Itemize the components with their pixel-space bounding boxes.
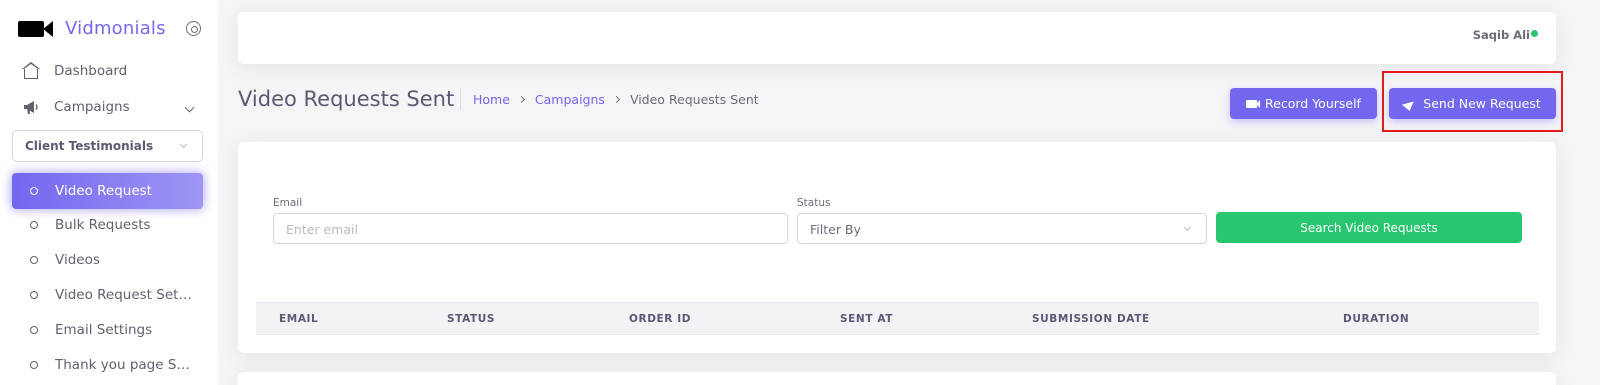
breadcrumb-current: Video Requests Sent bbox=[629, 92, 759, 107]
column-header-order-id[interactable]: ORDER ID bbox=[629, 313, 691, 325]
user-name[interactable]: Saqib Ali bbox=[1473, 28, 1530, 42]
page-title: Video Requests Sent bbox=[238, 87, 455, 111]
status-label: Status bbox=[797, 197, 831, 209]
video-camera-logo-icon bbox=[18, 17, 53, 39]
online-status-dot bbox=[1531, 30, 1538, 37]
sidebar-item-label: Video Request Setti... bbox=[55, 287, 195, 303]
top-navbar: Saqib Ali bbox=[238, 12, 1556, 64]
chevron-down-icon bbox=[179, 140, 188, 149]
sidebar-item-label: Dashboard bbox=[54, 63, 128, 79]
circle-icon bbox=[30, 361, 38, 369]
sidebar-item-label: Videos bbox=[55, 252, 100, 268]
email-input[interactable]: Enter email bbox=[273, 213, 788, 244]
circle-icon bbox=[30, 256, 38, 264]
circle-icon bbox=[30, 326, 38, 334]
sidebar-item-campaigns[interactable]: Campaigns bbox=[22, 98, 130, 116]
circle-icon bbox=[30, 187, 38, 195]
sidebar-item-video-request-settings[interactable]: Video Request Setti... bbox=[12, 277, 203, 313]
search-button-label: Search Video Requests bbox=[1300, 220, 1438, 235]
column-header-duration[interactable]: DURATION bbox=[1343, 313, 1409, 325]
chevron-down-icon[interactable] bbox=[184, 102, 195, 113]
email-placeholder: Enter email bbox=[286, 222, 358, 237]
column-header-submission-date[interactable]: SUBMISSION DATE bbox=[1032, 313, 1150, 325]
table-header: EMAIL STATUS ORDER ID SENT AT SUBMISSION… bbox=[256, 302, 1539, 335]
status-select-value: Filter By bbox=[810, 222, 861, 237]
record-yourself-label: Record Yourself bbox=[1265, 96, 1361, 111]
circle-icon bbox=[30, 221, 38, 229]
sidebar-item-email-settings[interactable]: Email Settings bbox=[12, 312, 203, 348]
sidebar-item-label: Video Request bbox=[55, 183, 152, 199]
chevron-down-icon bbox=[1183, 223, 1192, 232]
sidebar-item-bulk-requests[interactable]: Bulk Requests bbox=[12, 207, 203, 243]
chevron-right-icon bbox=[612, 95, 620, 104]
sidebar-item-dashboard[interactable]: Dashboard bbox=[22, 62, 128, 79]
home-icon bbox=[22, 62, 40, 79]
status-select[interactable]: Filter By bbox=[797, 213, 1207, 244]
sidebar-item-label: Email Settings bbox=[55, 322, 153, 338]
column-header-sent-at[interactable]: SENT AT bbox=[840, 313, 893, 325]
chevron-right-icon bbox=[517, 95, 525, 104]
search-video-requests-button[interactable]: Search Video Requests bbox=[1216, 212, 1522, 243]
megaphone-icon bbox=[24, 101, 38, 114]
column-header-email[interactable]: EMAIL bbox=[279, 313, 318, 325]
circle-icon bbox=[30, 291, 38, 299]
video-icon bbox=[1246, 99, 1261, 108]
results-card bbox=[238, 372, 1556, 385]
sidebar-item-label: Campaigns bbox=[54, 99, 130, 115]
campaign-select[interactable]: Client Testimonials bbox=[12, 130, 203, 162]
column-header-status[interactable]: STATUS bbox=[447, 313, 495, 325]
highlight-annotation-box bbox=[1382, 71, 1563, 132]
breadcrumb-campaigns[interactable]: Campaigns bbox=[535, 92, 605, 107]
divider bbox=[460, 88, 461, 110]
sidebar-item-video-request[interactable]: Video Request bbox=[12, 173, 203, 209]
campaign-select-value: Client Testimonials bbox=[25, 139, 154, 153]
email-label: Email bbox=[273, 197, 303, 209]
brand[interactable]: Vidmonials bbox=[18, 17, 166, 39]
sidebar-item-videos[interactable]: Videos bbox=[12, 242, 203, 278]
breadcrumb-home[interactable]: Home bbox=[473, 92, 510, 107]
sidebar-item-thank-you-page-settings[interactable]: Thank you page Set... bbox=[12, 347, 203, 383]
sidebar: Vidmonials Dashboard Campaigns Client Te… bbox=[0, 0, 218, 385]
sidebar-item-label: Bulk Requests bbox=[55, 217, 151, 233]
breadcrumb: Home Campaigns Video Requests Sent bbox=[473, 92, 759, 107]
sidebar-item-label: Thank you page Set... bbox=[55, 357, 195, 373]
record-yourself-button[interactable]: Record Yourself bbox=[1230, 88, 1377, 119]
sidebar-toggle-icon[interactable] bbox=[186, 21, 201, 36]
brand-name: Vidmonials bbox=[65, 17, 166, 39]
